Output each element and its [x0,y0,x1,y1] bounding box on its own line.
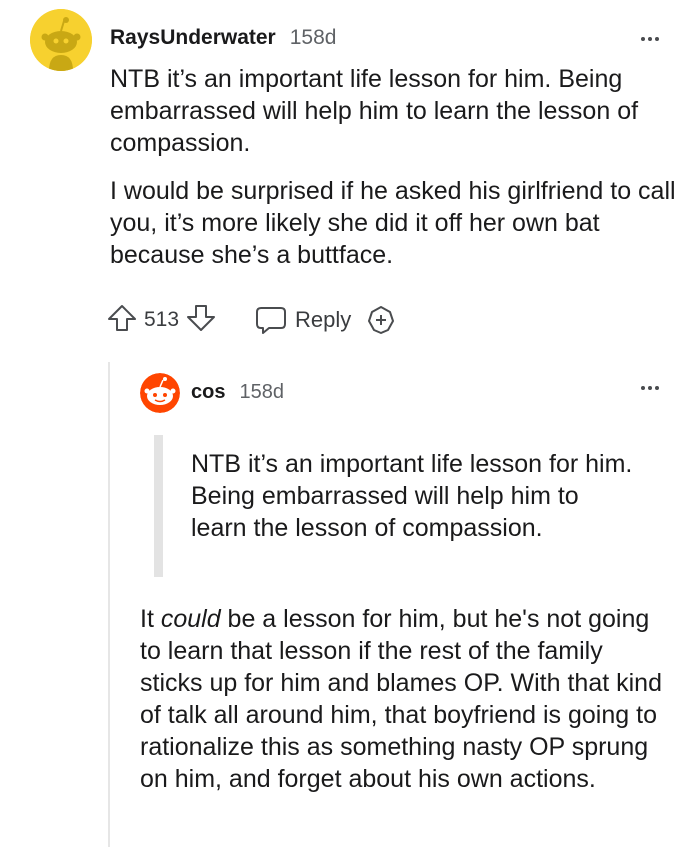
quoted-text: NTB it’s an important life lesson for hi… [191,450,633,542]
vote-group: 513 [106,302,217,339]
vote-score: 513 [144,308,180,331]
more-options-button[interactable] [641,386,659,390]
more-options-button[interactable] [641,37,659,41]
emphasized-word: could [160,605,221,633]
reply-button[interactable]: Reply [255,305,351,335]
avatar[interactable] [30,9,92,71]
quote-bar [154,435,163,577]
upvote-button[interactable] [106,302,138,339]
comment-author[interactable]: cos [191,381,225,404]
snoo-avatar-icon [140,373,180,413]
dot-icon [641,37,645,41]
arrow-up-outline-icon [108,304,136,331]
comment-paragraph: I would be surprised if he asked his gir… [110,177,676,269]
comment-meta: RaysUnderwater 158d [110,26,336,50]
downvote-button[interactable] [185,302,217,339]
dot-icon [655,37,659,41]
dot-icon [655,386,659,390]
arrow-down-outline-icon [187,304,216,331]
body-text-start: It [140,605,161,633]
speech-bubble-icon [256,307,287,334]
comment-author[interactable]: RaysUnderwater [110,26,276,50]
comment-body: It could be a lesson for him, but he's n… [140,603,670,795]
dot-icon [648,37,652,41]
comment-age: 158d [239,381,284,403]
comment-age: 158d [289,26,337,49]
dot-icon [648,386,652,390]
comment-meta: cos 158d [191,381,284,404]
award-plus-icon [368,306,395,334]
reply-label: Reply [295,307,352,332]
comment-actions: 513 Reply [106,300,397,340]
thread-line[interactable] [108,362,110,847]
dot-icon [641,386,645,390]
award-button[interactable] [365,304,397,336]
comment-paragraph: NTB it’s an important life lesson for hi… [110,65,639,157]
avatar[interactable] [140,373,180,413]
comment-body: NTB it’s an important life lesson for hi… [110,63,680,271]
snoo-avatar-icon [30,9,92,71]
body-text-end: be a lesson for him, but he's not going … [140,605,662,793]
